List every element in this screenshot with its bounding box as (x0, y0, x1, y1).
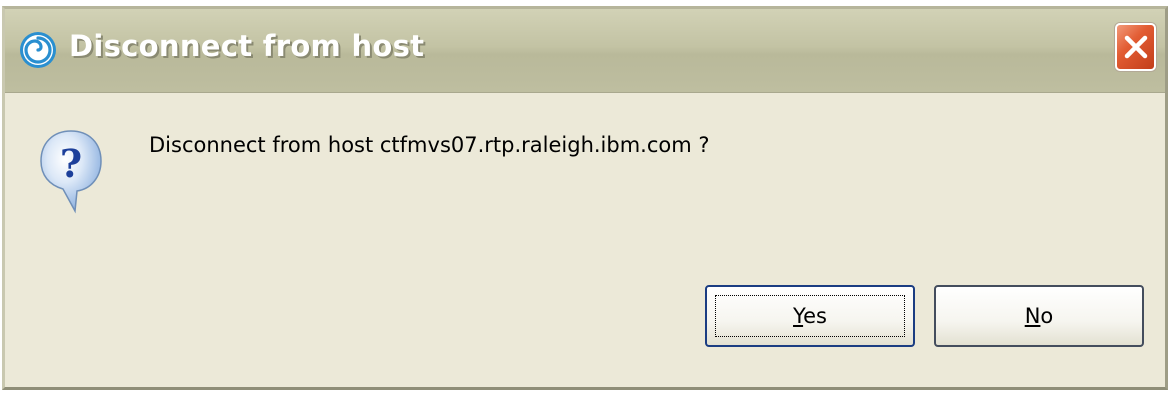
confirmation-message: Disconnect from host ctfmvs07.rtp.raleig… (149, 133, 710, 157)
yes-mnemonic: Y (793, 304, 804, 328)
no-label-rest: o (1040, 304, 1054, 328)
no-button[interactable]: No (934, 285, 1144, 347)
close-button[interactable] (1115, 23, 1156, 71)
no-button-label: No (1025, 304, 1054, 328)
disconnect-dialog: Disconnect from host ? Disconnect from h… (2, 6, 1168, 390)
svg-text:?: ? (60, 141, 82, 186)
window-title: Disconnect from host (69, 29, 425, 63)
title-bar[interactable]: Disconnect from host (5, 9, 1165, 93)
question-icon: ? (37, 127, 105, 217)
app-swirl-icon (19, 31, 57, 69)
yes-button[interactable]: Yes (705, 285, 915, 347)
close-icon (1124, 35, 1148, 59)
no-mnemonic: N (1024, 304, 1041, 328)
yes-button-label: Yes (793, 304, 827, 328)
yes-label-rest: es (803, 304, 827, 328)
